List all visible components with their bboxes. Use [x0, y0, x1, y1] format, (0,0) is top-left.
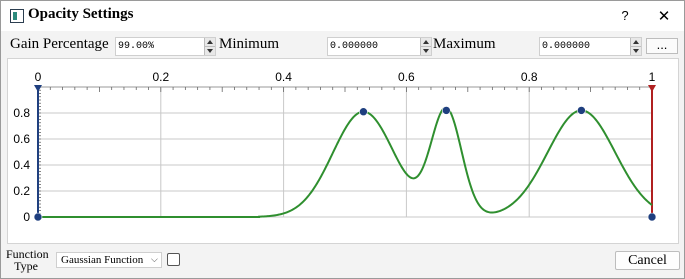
spin-arrows: [420, 38, 431, 55]
minimum-label: Minimum: [219, 36, 280, 52]
x-tick-label: 0.2: [152, 70, 169, 84]
control-point[interactable]: [359, 107, 368, 117]
y-tick-label: 0.4: [13, 158, 30, 172]
control-point[interactable]: [647, 212, 657, 222]
y-tick-label: 0: [23, 210, 30, 224]
opacity-transfer-chart[interactable]: 0 0.2 0.4 0.6 0.8 1 0 0.2 0.4 0.6 0.8: [7, 58, 679, 244]
app-icon: [10, 9, 24, 23]
spin-arrows: [204, 38, 215, 55]
maximum-label: Maximum: [433, 36, 496, 52]
chevron-down-icon: ⌵: [151, 255, 158, 265]
x-tick-label: 0.4: [275, 70, 292, 84]
minimum-input[interactable]: [330, 38, 417, 55]
function-type-label-line2: Type: [14, 259, 38, 273]
spin-up-icon[interactable]: [205, 38, 215, 47]
control-point[interactable]: [577, 106, 586, 115]
function-type-select[interactable]: Gaussian Function ⌵: [56, 252, 162, 268]
x-tick-label: 0: [35, 70, 42, 84]
y-tick-label: 0.6: [13, 132, 30, 146]
x-tick-label: 0.8: [521, 70, 538, 84]
y-tick-label: 0.2: [13, 184, 30, 198]
close-icon[interactable]: ✕: [650, 4, 678, 28]
function-type-label: Function Type: [6, 248, 49, 273]
function-type-value: Gaussian Function: [61, 254, 144, 266]
spin-up-icon[interactable]: [421, 38, 431, 47]
gain-percentage-spinbox[interactable]: [115, 37, 216, 56]
function-checkbox[interactable]: [167, 253, 180, 266]
y-tick-label: 0.8: [13, 106, 30, 120]
spin-arrows: [630, 38, 641, 55]
window-title: Opacity Settings: [28, 6, 134, 22]
control-point[interactable]: [442, 106, 451, 115]
title-bar: Opacity Settings ? ✕: [1, 1, 684, 31]
plot-area: [37, 86, 653, 218]
cancel-button[interactable]: Cancel: [615, 251, 680, 270]
control-point[interactable]: [33, 212, 43, 222]
minimum-spinbox[interactable]: [327, 37, 432, 56]
spin-down-icon[interactable]: [205, 47, 215, 55]
maximum-spinbox[interactable]: [539, 37, 642, 56]
help-button[interactable]: ?: [611, 4, 639, 28]
spin-down-icon[interactable]: [631, 47, 641, 55]
spin-down-icon[interactable]: [421, 47, 431, 55]
opacity-settings-dialog: Opacity Settings ? ✕ Gain Percentage Min…: [0, 0, 685, 279]
x-tick-label: 1: [649, 70, 656, 84]
more-options-button[interactable]: ...: [646, 38, 678, 54]
chart-canvas[interactable]: 0 0.2 0.4 0.6 0.8 1 0 0.2 0.4 0.6 0.8: [8, 59, 678, 243]
maximum-input[interactable]: [542, 38, 627, 55]
spin-up-icon[interactable]: [631, 38, 641, 47]
x-tick-label: 0.6: [398, 70, 415, 84]
gain-percentage-input[interactable]: [118, 38, 201, 55]
gain-percentage-label: Gain Percentage: [10, 36, 109, 52]
